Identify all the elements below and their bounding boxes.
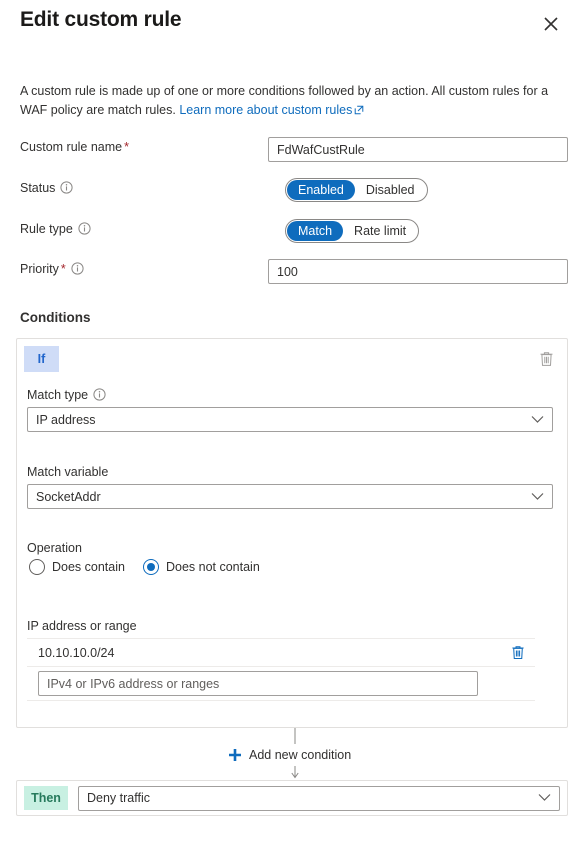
ip-address-input[interactable] <box>38 671 478 696</box>
delete-ip-address-icon[interactable] <box>507 642 529 664</box>
radio-selected-icon <box>142 559 159 575</box>
rule-type-option-match[interactable]: Match <box>287 221 344 241</box>
ip-address-table: 10.10.10.0/24 <box>27 638 535 701</box>
status-control: Enabled Disabled <box>285 178 428 202</box>
radio-unselected-icon <box>29 559 45 575</box>
field-row-priority: Priority * <box>20 259 568 284</box>
if-badge: If <box>24 346 59 372</box>
priority-input[interactable] <box>268 259 568 284</box>
add-new-condition-button[interactable]: Add new condition <box>224 744 356 766</box>
status-toggle[interactable]: Enabled Disabled <box>285 178 428 202</box>
trash-glyph <box>512 646 524 659</box>
ip-address-input-row <box>27 667 535 701</box>
close-icon[interactable] <box>537 10 565 38</box>
match-variable-value: SocketAddr <box>36 489 101 504</box>
rule-name-input[interactable] <box>268 137 568 162</box>
match-type-value: IP address <box>36 412 96 427</box>
match-type-label: Match type <box>27 388 106 404</box>
close-glyph <box>544 17 558 31</box>
operation-option-does-contain-label: Does contain <box>52 560 125 574</box>
priority-label: Priority * <box>20 262 84 278</box>
info-icon[interactable] <box>60 181 74 197</box>
then-action-value: Deny traffic <box>87 791 150 805</box>
then-action-dropdown[interactable]: Deny traffic <box>78 785 560 811</box>
chevron-down-icon <box>531 492 544 501</box>
intro-paragraph: A custom rule is made up of one or more … <box>20 82 568 121</box>
priority-label-text: Priority <box>20 262 59 276</box>
chevron-down-icon <box>531 415 544 424</box>
status-option-disabled[interactable]: Disabled <box>355 180 426 200</box>
field-row-rule-type: Rule type Match Rate limit <box>20 219 568 243</box>
priority-control <box>268 259 568 284</box>
rule-type-control: Match Rate limit <box>285 219 420 243</box>
then-action-card: Then Deny traffic <box>16 780 568 816</box>
match-variable-dropdown[interactable]: SocketAddr <box>27 484 553 509</box>
learn-more-link[interactable]: Learn more about custom rules <box>179 103 352 117</box>
page-title: Edit custom rule <box>20 8 182 31</box>
operation-option-does-not-contain[interactable]: Does not contain <box>142 559 260 575</box>
plus-icon <box>228 748 242 762</box>
info-icon[interactable] <box>78 222 91 238</box>
operation-label: Operation <box>27 541 82 555</box>
required-marker: * <box>124 140 129 154</box>
info-icon[interactable] <box>71 262 84 278</box>
match-type-label-text: Match type <box>27 388 89 402</box>
rule-name-control <box>268 137 568 162</box>
chevron-down-icon <box>538 791 551 805</box>
rule-type-option-rate-limit[interactable]: Rate limit <box>343 221 417 241</box>
trash-glyph <box>540 352 552 366</box>
operation-option-does-not-contain-label: Does not contain <box>165 560 260 574</box>
field-row-rule-name: Custom rule name * <box>20 137 568 162</box>
then-badge: Then <box>24 786 68 810</box>
add-new-condition-label: Add new condition <box>249 748 352 762</box>
match-variable-label: Match variable <box>27 465 109 479</box>
status-label: Status <box>20 181 74 197</box>
operation-option-does-contain[interactable]: Does contain <box>29 559 125 575</box>
operation-radio-group: Does contain Does not contain <box>29 559 278 575</box>
field-row-status: Status Enabled Disabled <box>20 178 568 202</box>
edit-custom-rule-panel: Edit custom rule A custom rule is made u… <box>0 0 583 867</box>
match-type-dropdown[interactable]: IP address <box>27 407 553 432</box>
rule-name-label: Custom rule name * <box>20 140 129 154</box>
delete-condition-icon[interactable] <box>533 346 559 372</box>
required-marker: * <box>60 262 66 276</box>
ip-address-row: 10.10.10.0/24 <box>27 638 535 667</box>
info-icon[interactable] <box>93 388 106 404</box>
conditions-section-title: Conditions <box>20 310 91 325</box>
status-label-text: Status <box>20 181 56 195</box>
rule-type-toggle[interactable]: Match Rate limit <box>285 219 420 243</box>
status-option-enabled[interactable]: Enabled <box>287 180 355 200</box>
rule-type-label: Rule type <box>20 222 91 238</box>
ip-address-label: IP address or range <box>27 619 137 633</box>
rule-type-label-text: Rule type <box>20 222 73 236</box>
ip-address-value: 10.10.10.0/24 <box>38 645 115 660</box>
external-link-icon <box>354 102 364 121</box>
rule-name-label-text: Custom rule name <box>20 140 123 154</box>
